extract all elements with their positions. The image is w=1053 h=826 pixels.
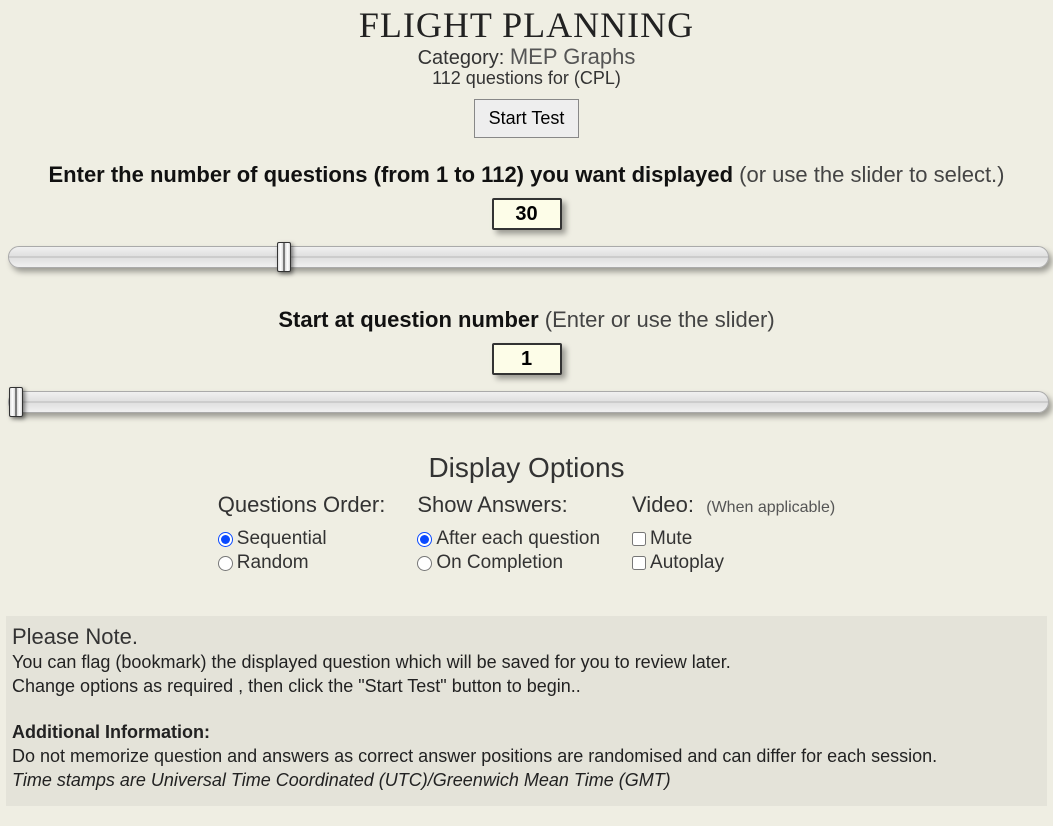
display-options-heading: Display Options [6, 452, 1047, 484]
question-count-prompt-bold: Enter the number of questions (from 1 to… [49, 162, 734, 187]
order-random-option[interactable]: Random [218, 552, 386, 574]
order-sequential-radio[interactable] [218, 532, 233, 547]
additional-info-line-1: Do not memorize question and answers as … [12, 744, 1041, 768]
video-heading-text: Video: [632, 492, 694, 517]
start-at-prompt-light: (Enter or use the slider) [539, 307, 775, 332]
question-count-input[interactable] [492, 198, 562, 230]
answers-on-completion-radio[interactable] [417, 556, 432, 571]
video-autoplay-option[interactable]: Autoplay [632, 552, 835, 574]
additional-info-line-2: Time stamps are Universal Time Coordinat… [12, 768, 1041, 792]
questions-order-column: Questions Order: Sequential Random [218, 492, 386, 576]
order-sequential-option[interactable]: Sequential [218, 528, 386, 550]
answers-on-completion-option[interactable]: On Completion [417, 552, 600, 574]
answers-on-completion-label: On Completion [436, 552, 563, 574]
video-mute-option[interactable]: Mute [632, 528, 835, 550]
question-count-prompt-light: (or use the slider to select.) [733, 162, 1004, 187]
category-label: Category: [418, 47, 505, 69]
answers-after-each-option[interactable]: After each question [417, 528, 600, 550]
category-line: Category: MEP Graphs [6, 44, 1047, 70]
start-at-slider[interactable] [8, 391, 1049, 413]
video-autoplay-label: Autoplay [650, 552, 724, 574]
note-line-2: Change options as required , then click … [12, 674, 1041, 698]
video-sub: (When applicable) [706, 499, 835, 516]
order-random-radio[interactable] [218, 556, 233, 571]
question-count-slider[interactable] [8, 246, 1049, 268]
video-column: Video: (When applicable) Mute Autoplay [632, 492, 835, 576]
order-sequential-label: Sequential [237, 528, 327, 550]
video-autoplay-checkbox[interactable] [632, 556, 646, 570]
video-heading: Video: (When applicable) [632, 492, 835, 518]
order-random-label: Random [237, 552, 309, 574]
video-mute-checkbox[interactable] [632, 532, 646, 546]
question-count-prompt: Enter the number of questions (from 1 to… [6, 162, 1047, 188]
video-mute-label: Mute [650, 528, 692, 550]
start-at-input[interactable] [492, 343, 562, 375]
additional-info-heading: Additional Information: [12, 720, 1041, 744]
start-at-prompt-bold: Start at question number [278, 307, 538, 332]
answers-after-each-radio[interactable] [417, 532, 432, 547]
show-answers-column: Show Answers: After each question On Com… [417, 492, 600, 576]
page-title: FLIGHT PLANNING [6, 4, 1047, 46]
start-test-button[interactable]: Start Test [474, 99, 580, 138]
note-line-1: You can flag (bookmark) the displayed qu… [12, 650, 1041, 674]
answers-after-each-label: After each question [436, 528, 600, 550]
note-box: Please Note. You can flag (bookmark) the… [6, 616, 1047, 806]
category-value: MEP Graphs [510, 44, 636, 69]
note-heading: Please Note. [12, 624, 1041, 650]
start-at-prompt: Start at question number (Enter or use t… [6, 307, 1047, 333]
show-answers-heading: Show Answers: [417, 492, 600, 518]
questions-order-heading: Questions Order: [218, 492, 386, 518]
question-count-line: 112 questions for (CPL) [6, 68, 1047, 89]
